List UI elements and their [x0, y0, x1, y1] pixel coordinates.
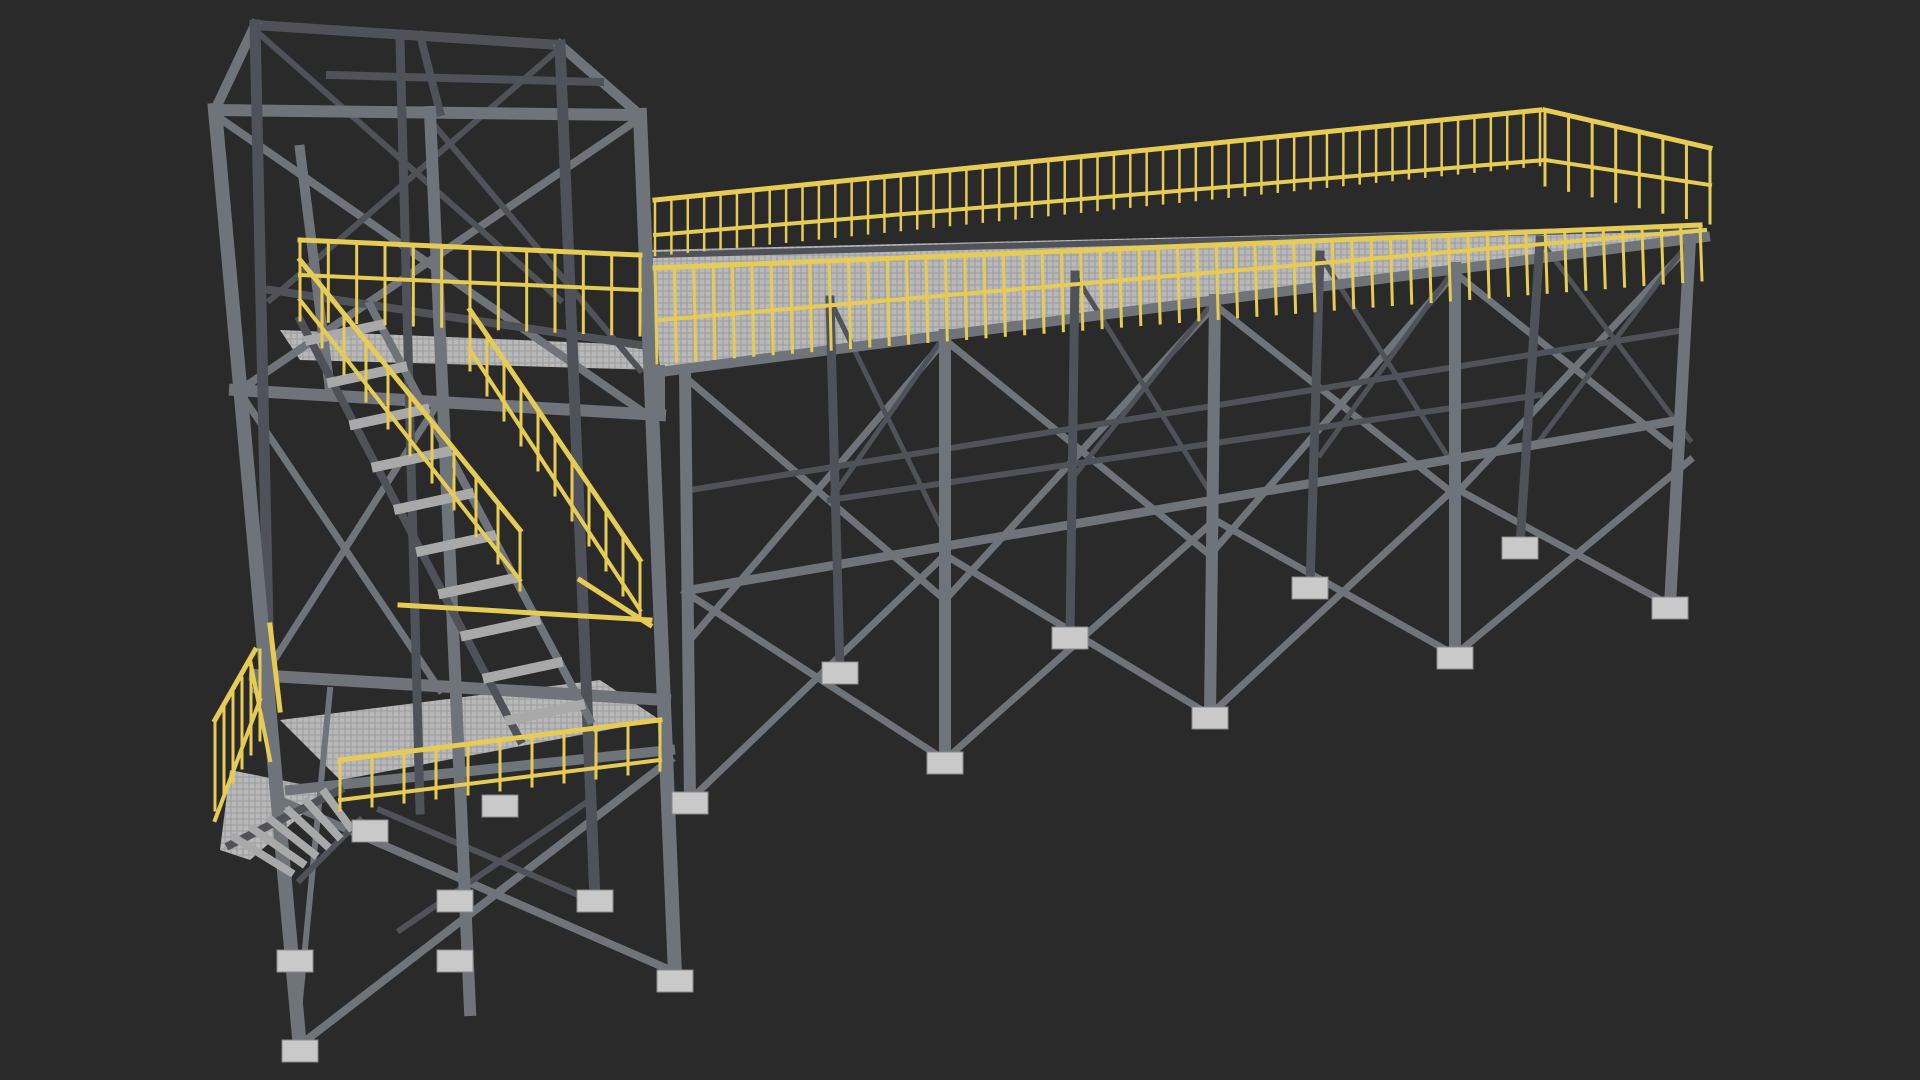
- walkway-rail-post: [730, 263, 736, 359]
- concrete-footing: [436, 949, 474, 973]
- walkway-rail-post: [1504, 231, 1511, 297]
- walkway-rail-post: [1272, 240, 1278, 316]
- walkway-rail-post: [1156, 245, 1162, 325]
- walkway-rail-post: [1446, 233, 1452, 302]
- walkway-rail-post: [1621, 226, 1627, 288]
- walkway-rail-post: [1292, 240, 1298, 314]
- concrete-footing: [1291, 576, 1329, 600]
- walkway-rail-post: [1601, 227, 1607, 290]
- concrete-footing: [576, 889, 614, 913]
- walkway-rail-post: [1021, 251, 1027, 336]
- walkway-rail-post: [672, 265, 678, 363]
- walkway-rail-post: [1427, 234, 1433, 304]
- walkway-rail-post: [1195, 244, 1201, 322]
- walkway-rail-post: [1098, 248, 1104, 330]
- walkway-rail-post: [1408, 235, 1414, 305]
- walkway-rail-post: [963, 253, 969, 340]
- walkway-rail-post: [1543, 229, 1549, 294]
- walkway-rail-post: [1562, 229, 1569, 293]
- walkway-front-column: [678, 365, 697, 807]
- walkway-rail-post: [711, 264, 717, 360]
- walkway-rail-post: [1059, 249, 1065, 333]
- steel-structure-render: [0, 0, 1920, 1080]
- concrete-footing: [436, 889, 474, 913]
- walkway-rail-post: [1640, 225, 1646, 287]
- walkway-rail-post: [1079, 248, 1085, 331]
- walkway-rail-post: [1659, 225, 1665, 285]
- walkway-rail-post: [750, 262, 756, 357]
- walkway-rail-post: [1388, 236, 1394, 307]
- walkway-front-column: [1203, 293, 1222, 722]
- walkway-rail-post: [1485, 232, 1491, 299]
- walkway-rail-post: [943, 254, 949, 342]
- walkway-rail-post: [1214, 243, 1220, 320]
- scene-container: [0, 0, 1920, 1080]
- walkway-rail-post: [846, 258, 853, 350]
- walkway-rail-post: [1253, 241, 1259, 317]
- concrete-footing: [926, 751, 964, 775]
- walkway-rail-post: [1137, 246, 1143, 327]
- walkway-rail-post: [1117, 247, 1123, 328]
- concrete-footing: [821, 661, 859, 685]
- walkway-back-column: [1065, 270, 1080, 640]
- walkway-rail-post: [982, 252, 988, 339]
- concrete-footing: [1651, 596, 1689, 620]
- concrete-footing: [481, 794, 519, 818]
- walkway-rail-post: [769, 261, 775, 356]
- concrete-footing: [281, 1039, 319, 1063]
- concrete-footing: [671, 791, 709, 815]
- concrete-footing: [351, 819, 389, 843]
- walkway-rail-post: [905, 256, 911, 345]
- walkway-rail-post: [1311, 239, 1317, 313]
- concrete-footing: [656, 969, 694, 993]
- walkway-rail-post: [1369, 236, 1375, 308]
- walkway-rail-post: [885, 256, 891, 347]
- walkway-rail-post: [1524, 230, 1530, 296]
- walkway-rail-post: [1350, 237, 1356, 310]
- concrete-footing: [1501, 536, 1539, 560]
- walkway-rail-post: [866, 257, 872, 348]
- walkway-rail-post: [1466, 233, 1472, 300]
- walkway-rail-post: [1175, 244, 1182, 324]
- walkway-rail-post: [1040, 250, 1046, 334]
- concrete-footing: [1436, 646, 1474, 670]
- concrete-footing: [1191, 706, 1229, 730]
- walkway-rail-post: [692, 264, 698, 362]
- walkway-rail-post: [1698, 223, 1704, 282]
- concrete-footing: [1051, 626, 1089, 650]
- walkway-rail-post: [788, 260, 794, 354]
- walkway-rail-post: [1234, 242, 1240, 319]
- walkway-rail-post: [653, 266, 659, 365]
- concrete-footing: [276, 949, 314, 973]
- walkway-rail-post: [924, 255, 930, 344]
- walkway-rail-post: [808, 260, 814, 353]
- walkway-rail-post: [827, 259, 833, 351]
- walkway-rail-post: [1582, 228, 1588, 291]
- walkway-rail-post: [1679, 224, 1685, 284]
- walkway-rail-post: [1330, 238, 1336, 311]
- walkway-rail-post: [1001, 252, 1007, 337]
